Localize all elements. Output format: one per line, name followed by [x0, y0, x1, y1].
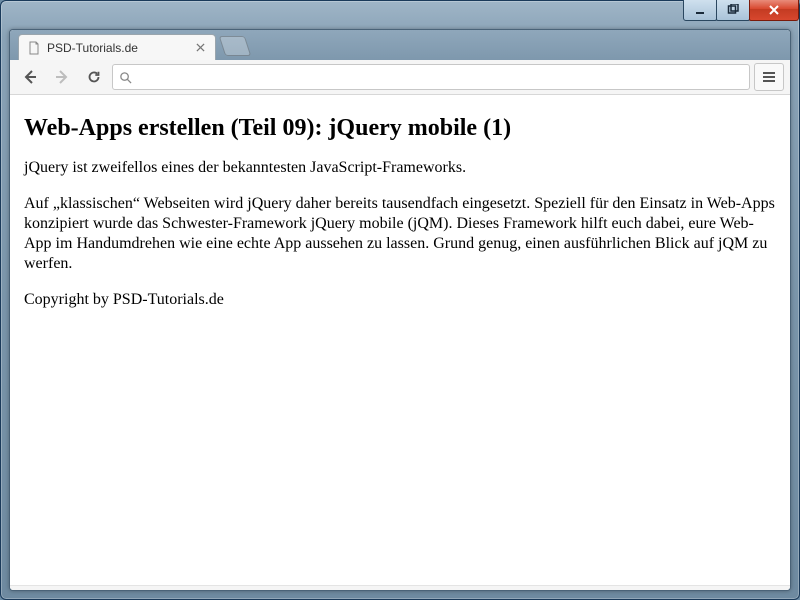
window-close-button[interactable]: [749, 0, 799, 21]
browser-menu-button[interactable]: [754, 63, 784, 91]
browser-tab[interactable]: PSD-Tutorials.de: [18, 34, 216, 60]
arrow-left-icon: [22, 69, 38, 85]
page-paragraph: jQuery ist zweifellos eines der bekannte…: [24, 158, 776, 178]
nav-back-button[interactable]: [16, 64, 44, 90]
new-tab-button[interactable]: [219, 36, 251, 56]
nav-reload-button[interactable]: [80, 64, 108, 90]
window-minimize-button[interactable]: [683, 0, 717, 21]
page-paragraph: Auf „klassischen“ Webseiten wird jQuery …: [24, 194, 776, 274]
browser-statusbar: [10, 585, 790, 590]
minimize-icon: [694, 4, 706, 16]
os-window: PSD-Tutorials.de: [0, 0, 800, 600]
page-heading: Web-Apps erstellen (Teil 09): jQuery mob…: [24, 115, 776, 142]
tab-close-button[interactable]: [193, 41, 207, 55]
address-bar[interactable]: [112, 64, 750, 90]
tab-strip: PSD-Tutorials.de: [10, 30, 790, 60]
nav-forward-button[interactable]: [48, 64, 76, 90]
url-input[interactable]: [138, 69, 743, 86]
reload-icon: [86, 69, 102, 85]
tab-title: PSD-Tutorials.de: [47, 41, 187, 55]
page-favicon-icon: [27, 41, 41, 55]
window-maximize-button[interactable]: [716, 0, 750, 21]
page-viewport: Web-Apps erstellen (Teil 09): jQuery mob…: [10, 95, 790, 585]
search-icon: [119, 71, 132, 84]
window-controls: [684, 0, 799, 21]
maximize-icon: [727, 4, 739, 16]
hamburger-icon: [762, 70, 776, 84]
close-icon: [196, 43, 205, 52]
page-paragraph: Copyright by PSD-Tutorials.de: [24, 290, 776, 310]
arrow-right-icon: [54, 69, 70, 85]
window-titlebar[interactable]: [1, 1, 799, 29]
close-icon: [768, 4, 780, 16]
browser-toolbar: [10, 60, 790, 95]
browser-frame: PSD-Tutorials.de: [9, 29, 791, 591]
